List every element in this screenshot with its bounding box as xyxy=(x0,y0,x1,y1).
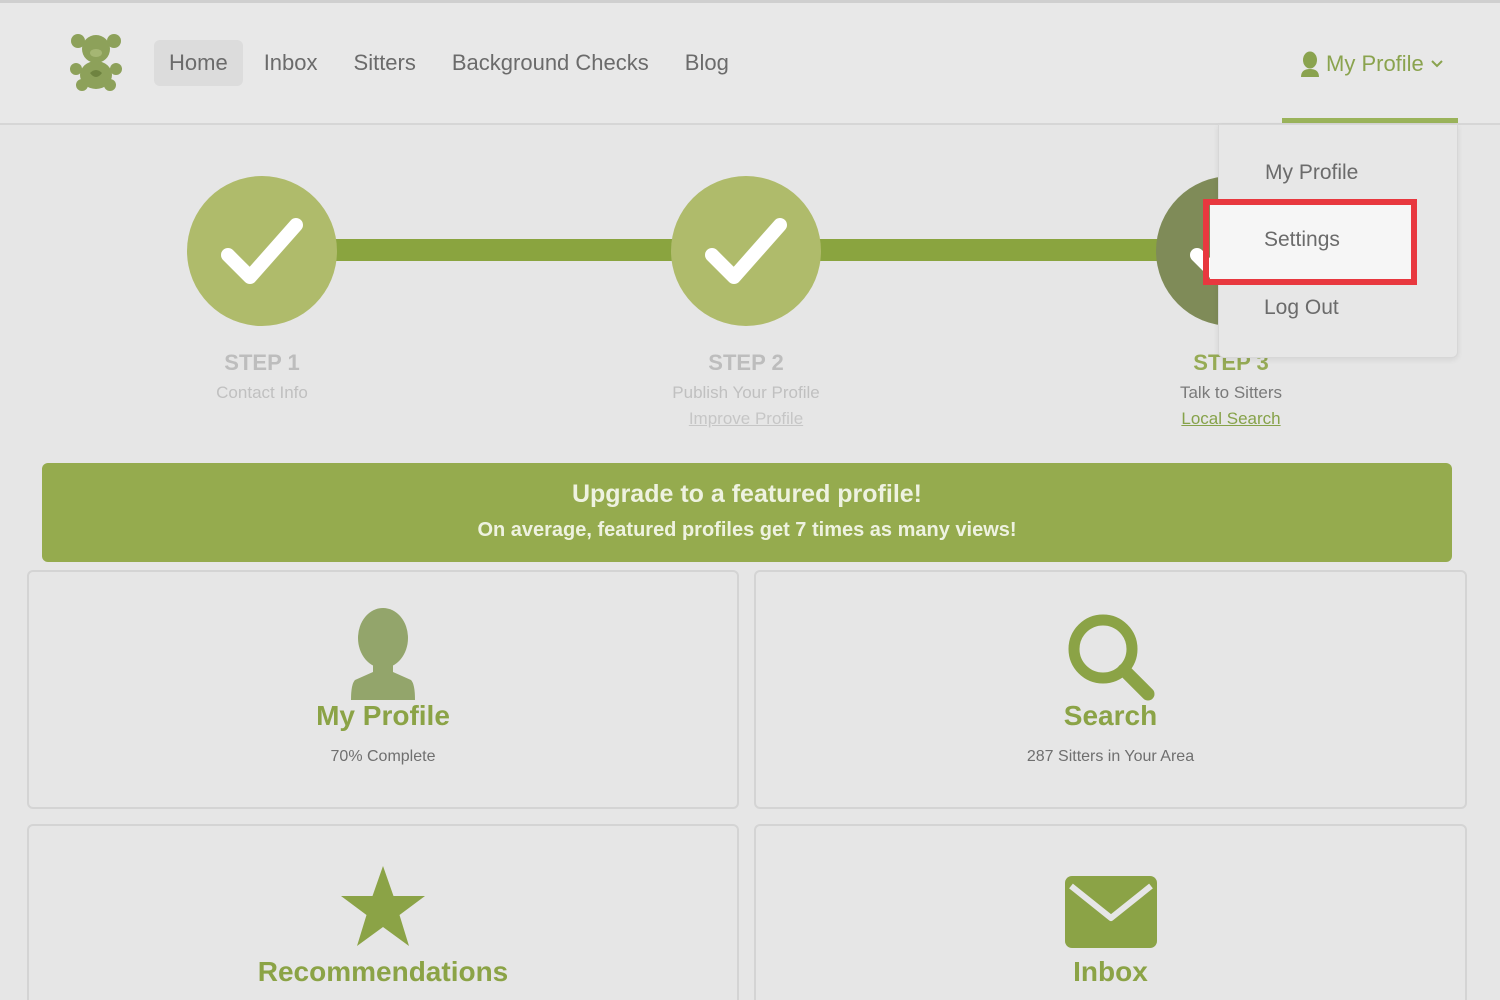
teddy-bear-icon[interactable] xyxy=(68,31,124,91)
chevron-down-icon xyxy=(1431,60,1443,68)
banner-subtitle: On average, featured profiles get 7 time… xyxy=(477,519,1017,541)
progress-line-2 xyxy=(814,239,1164,261)
search-card-title: Search xyxy=(1063,700,1158,731)
person-icon xyxy=(351,608,415,700)
search-card[interactable]: Search 287 Sitters in Your Area xyxy=(754,570,1467,809)
upgrade-banner[interactable]: Upgrade to a featured profile! On averag… xyxy=(42,463,1452,562)
banner-title: Upgrade to a featured profile! xyxy=(571,480,923,508)
main-nav: Home Inbox Sitters Background Checks Blo… xyxy=(154,40,744,86)
search-icon xyxy=(1068,614,1154,701)
my-profile-card-title: My Profile xyxy=(316,700,450,731)
nav-home[interactable]: Home xyxy=(154,40,243,86)
highlight-box xyxy=(1203,199,1417,285)
star-icon xyxy=(341,866,425,946)
step-2-subtitle: Publish Your Profile xyxy=(672,383,820,402)
checkmark-icon xyxy=(705,218,787,284)
my-profile-card-subtitle: 70% Complete xyxy=(330,748,436,765)
dropdown-item-my-profile[interactable]: My Profile xyxy=(1265,161,1358,185)
step-1-title: STEP 1 xyxy=(224,350,300,375)
step-1-circle xyxy=(187,176,337,326)
recommendations-card-title: Recommendations xyxy=(257,956,509,987)
envelope-icon xyxy=(1064,876,1157,948)
top-navbar: Home Inbox Sitters Background Checks Blo… xyxy=(0,3,1500,125)
my-profile-card[interactable]: My Profile 70% Complete xyxy=(27,570,739,809)
step-3-subtitle: Talk to Sitters xyxy=(1179,383,1283,402)
inbox-card[interactable]: Inbox xyxy=(754,824,1467,1000)
my-profile-menu-label: My Profile xyxy=(1326,51,1424,76)
dropdown-item-log-out[interactable]: Log Out xyxy=(1264,296,1339,320)
inbox-card-title: Inbox xyxy=(1073,956,1148,987)
local-search-link[interactable]: Local Search xyxy=(1111,409,1351,429)
search-card-subtitle: 287 Sitters in Your Area xyxy=(1026,748,1195,765)
nav-inbox[interactable]: Inbox xyxy=(249,40,333,86)
checkmark-icon xyxy=(221,218,303,284)
person-icon xyxy=(1301,51,1319,77)
nav-background-checks[interactable]: Background Checks xyxy=(437,40,664,86)
active-menu-underline xyxy=(1282,118,1458,123)
step-1-subtitle: Contact Info xyxy=(216,383,308,402)
my-profile-menu-toggle[interactable]: My Profile xyxy=(1300,51,1444,77)
nav-sitters[interactable]: Sitters xyxy=(339,40,431,86)
improve-profile-link[interactable]: Improve Profile xyxy=(626,409,866,429)
step-2-circle xyxy=(671,176,821,326)
step-2-title: STEP 2 xyxy=(708,350,784,375)
nav-blog[interactable]: Blog xyxy=(670,40,744,86)
recommendations-card[interactable]: Recommendations xyxy=(27,824,739,1000)
progress-line-1 xyxy=(330,239,680,261)
